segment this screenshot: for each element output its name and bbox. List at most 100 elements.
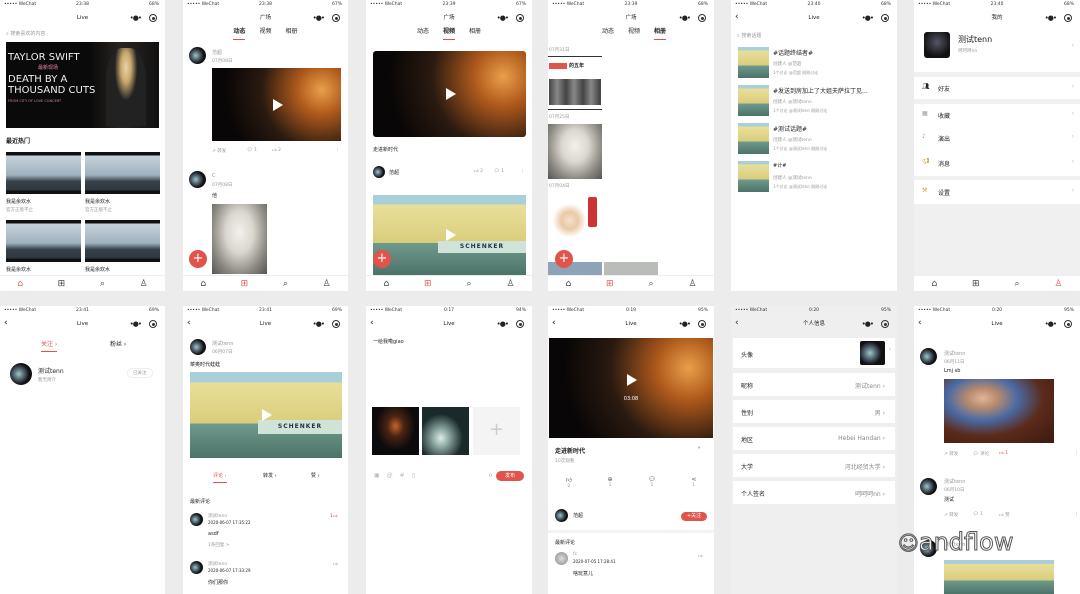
- tab-album[interactable]: 相册: [469, 26, 481, 40]
- close-miniprogram-icon[interactable]: [149, 320, 157, 328]
- video-thumb[interactable]: [85, 152, 160, 194]
- more-icon[interactable]: •●•: [679, 317, 691, 331]
- tab-video[interactable]: 视频: [259, 26, 271, 40]
- video-thumb[interactable]: [6, 220, 81, 262]
- row-nickname[interactable]: 昵称 测试tenn ›: [733, 373, 895, 396]
- more-icon[interactable]: •●•: [679, 11, 691, 25]
- publish-button[interactable]: 发布: [496, 471, 524, 481]
- comment-button[interactable]: 💬︎ 1: [494, 169, 504, 174]
- comment-like-button[interactable]: 👍︎: [698, 554, 703, 559]
- grid-icon[interactable]: ⊞: [424, 279, 432, 289]
- post-image[interactable]: [944, 379, 1054, 443]
- collect-button[interactable]: ⊕ 1: [608, 476, 613, 489]
- menu-messages[interactable]: 📢︎ 消息 ›: [914, 150, 1080, 176]
- tab-dynamic[interactable]: 动态: [602, 26, 614, 40]
- replies-link[interactable]: 1条回复 >: [208, 542, 230, 548]
- close-miniprogram-icon[interactable]: [698, 320, 706, 328]
- comment-button[interactable]: 💬︎ 评论: [973, 451, 989, 457]
- album-photo[interactable]: [604, 262, 658, 276]
- close-miniprogram-icon[interactable]: [516, 320, 524, 328]
- user-icon[interactable]: ♙: [506, 279, 514, 289]
- close-miniprogram-icon[interactable]: [698, 14, 706, 22]
- tab-reposts[interactable]: 转发 ›: [263, 472, 277, 479]
- user-icon[interactable]: ♙: [688, 279, 696, 289]
- image-icon[interactable]: ▣: [374, 472, 387, 479]
- grid-icon[interactable]: ⊞: [606, 279, 614, 289]
- banner-taylor-swift[interactable]: TAYLOR SWIFT 最新现场 DEATH BY A THOUSAND CU…: [6, 42, 159, 128]
- comment-button[interactable]: 💬︎ 1: [648, 476, 656, 489]
- tab-album[interactable]: 相册: [286, 26, 298, 40]
- post-video[interactable]: SCHENKER: [190, 372, 342, 458]
- user-icon[interactable]: ♙: [1054, 279, 1062, 289]
- search-input[interactable]: ⌕ 搜索喜欢的内容: [6, 30, 45, 37]
- post-image[interactable]: [212, 204, 267, 274]
- more-icon[interactable]: •●•: [862, 317, 874, 331]
- video-thumb[interactable]: [6, 152, 81, 194]
- home-icon[interactable]: ⌂: [931, 279, 937, 289]
- row-region[interactable]: 地区 Hebei Handan ›: [733, 427, 895, 450]
- like-button[interactable]: 👍︎ 2: [474, 169, 483, 174]
- back-icon[interactable]: ‹: [918, 317, 922, 330]
- tab-video[interactable]: 视频: [628, 26, 640, 40]
- more-icon[interactable]: •●•: [313, 317, 325, 331]
- topic-search-input[interactable]: ⌕ 搜索话题: [737, 32, 761, 39]
- more-vertical-icon[interactable]: ⋮: [1074, 451, 1079, 456]
- more-icon[interactable]: •●•: [1045, 317, 1057, 331]
- search-icon[interactable]: ⌕: [283, 279, 288, 289]
- back-icon[interactable]: ‹: [735, 11, 739, 24]
- user-icon[interactable]: ♙: [140, 279, 148, 289]
- tab-fans[interactable]: 粉丝 ›: [110, 339, 126, 348]
- like-button[interactable]: 👍︎ 1: [999, 451, 1008, 456]
- close-miniprogram-icon[interactable]: [149, 14, 157, 22]
- row-gender[interactable]: 性别 男 ›: [733, 400, 895, 423]
- close-miniprogram-icon[interactable]: [881, 14, 889, 22]
- back-icon[interactable]: ‹: [735, 317, 739, 330]
- repost-button[interactable]: ↗ 转发: [944, 512, 958, 518]
- more-icon[interactable]: •●•: [1045, 11, 1057, 25]
- tab-video[interactable]: 视频: [442, 26, 455, 40]
- video-card[interactable]: [373, 51, 526, 137]
- attached-photo[interactable]: [422, 407, 469, 455]
- more-icon[interactable]: •●•: [497, 317, 509, 331]
- home-icon[interactable]: ⌂: [200, 279, 206, 289]
- row-university[interactable]: 大学 河北经贸大学 ›: [733, 454, 895, 477]
- avatar[interactable]: [190, 339, 206, 355]
- comment-button[interactable]: 💬︎ 1: [247, 148, 257, 153]
- more-icon[interactable]: •●•: [497, 11, 509, 25]
- close-miniprogram-icon[interactable]: [1064, 14, 1072, 22]
- grid-icon[interactable]: ⊞: [58, 279, 66, 289]
- followed-button[interactable]: 已关注: [127, 368, 153, 378]
- tab-dynamic[interactable]: 动态: [417, 26, 429, 40]
- avatar[interactable]: [189, 171, 206, 188]
- video-thumb[interactable]: [85, 220, 160, 262]
- user-icon[interactable]: ♙: [323, 279, 331, 289]
- avatar[interactable]: [190, 513, 203, 526]
- home-icon[interactable]: ⌂: [565, 279, 571, 289]
- add-photo-button[interactable]: +: [473, 407, 520, 455]
- more-vertical-icon[interactable]: ⋮: [335, 148, 340, 153]
- back-icon[interactable]: ‹: [370, 317, 374, 330]
- post-video[interactable]: [212, 68, 341, 141]
- expand-icon[interactable]: ▾: [698, 446, 700, 451]
- tab-likes[interactable]: 赞 ›: [311, 472, 320, 479]
- mention-icon[interactable]: @: [387, 472, 400, 479]
- close-miniprogram-icon[interactable]: [881, 320, 889, 328]
- menu-favorites[interactable]: ▦ 收藏 ›: [914, 104, 1080, 126]
- like-button[interactable]: 👍︎ 2: [272, 148, 281, 153]
- post-text-input[interactable]: 一给我嘞giao: [373, 338, 523, 398]
- search-icon[interactable]: ⌕: [466, 279, 471, 289]
- more-icon[interactable]: •●•: [313, 11, 325, 25]
- row-signature[interactable]: 个人签名 呵呵呵nn ›: [733, 481, 895, 504]
- close-miniprogram-icon[interactable]: [516, 14, 524, 22]
- avatar[interactable]: [555, 552, 568, 565]
- menu-settings[interactable]: ⚒ 设置 ›: [914, 180, 1080, 204]
- more-vertical-icon[interactable]: ⋮: [1074, 512, 1079, 517]
- avatar[interactable]: [373, 166, 385, 178]
- video-player[interactable]: 03:08: [549, 338, 713, 438]
- back-icon[interactable]: ‹: [4, 317, 8, 330]
- add-post-button[interactable]: +: [373, 250, 391, 268]
- more-vertical-icon[interactable]: ⋮: [520, 169, 525, 174]
- home-icon[interactable]: ⌂: [383, 279, 389, 289]
- tab-following[interactable]: 关注 ›: [41, 339, 58, 352]
- tab-dynamic[interactable]: 动态: [233, 26, 246, 40]
